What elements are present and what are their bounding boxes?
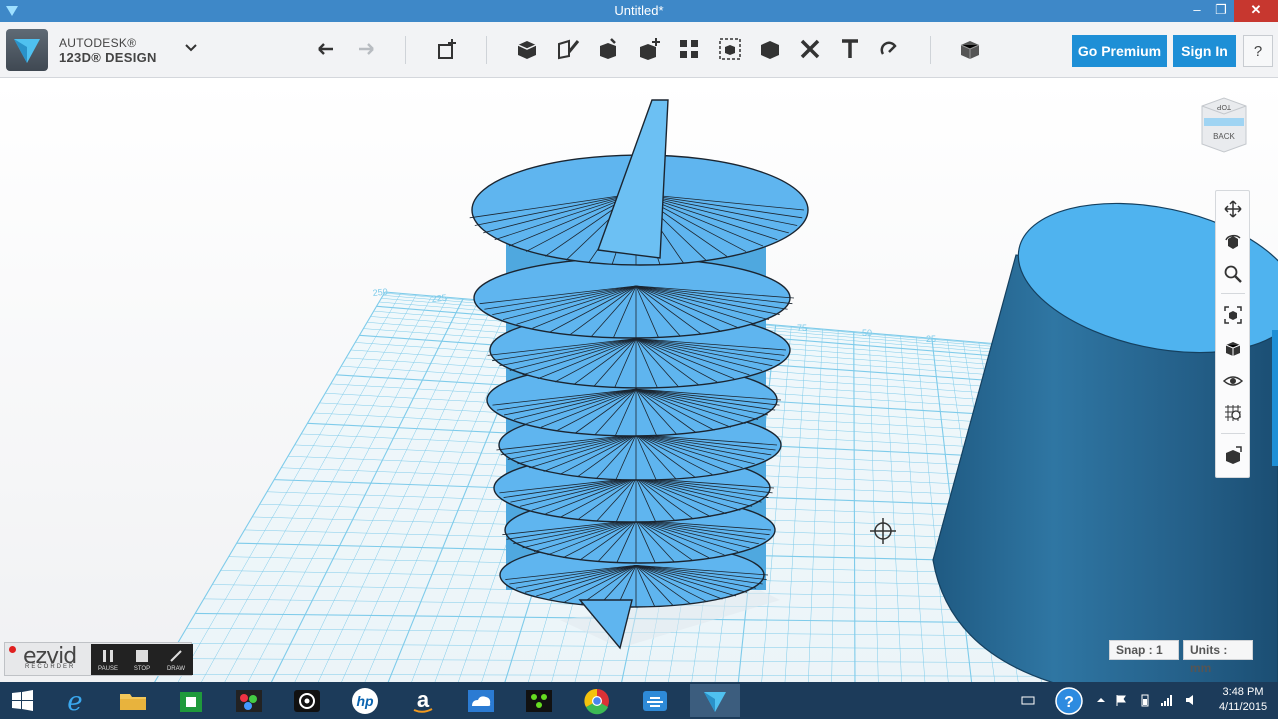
grid-label: 50: [862, 328, 872, 338]
file-explorer-icon[interactable]: [110, 684, 156, 717]
windows-start-icon[interactable]: [0, 684, 46, 717]
hp-icon[interactable]: hp: [342, 684, 388, 717]
pattern-icon[interactable]: [636, 36, 662, 62]
video-editor-icon[interactable]: [516, 684, 562, 717]
pause-icon: [103, 650, 113, 662]
measure-icon[interactable]: [757, 36, 783, 62]
onedrive-icon[interactable]: [458, 684, 504, 717]
go-premium-button[interactable]: Go Premium: [1072, 35, 1167, 67]
app-toolbar: AUTODESK® 123D® DESIGN Go Premium Sign I…: [0, 22, 1278, 78]
chrome-icon[interactable]: [574, 684, 620, 717]
material-icon[interactable]: [957, 36, 983, 62]
clock-date: 4/11/2015: [1218, 701, 1268, 713]
snap-selector[interactable]: Snap : 1: [1109, 640, 1179, 660]
keyboard-icon[interactable]: [1021, 693, 1035, 707]
viewcube-back-label[interactable]: BACK: [1213, 132, 1235, 141]
help-tray-icon[interactable]: ?: [1054, 686, 1084, 716]
combine-icon[interactable]: [717, 36, 743, 62]
scene-canvas[interactable]: 250 225 75 50 25: [0, 79, 1278, 682]
windows-taskbar: e hp a: [0, 682, 1278, 719]
grid-label: 25: [926, 334, 936, 344]
nav-separator: [1221, 293, 1245, 294]
wifi-signal-icon[interactable]: [1160, 693, 1174, 707]
side-panel-tab[interactable]: [1272, 330, 1278, 466]
minimize-button[interactable]: –: [1184, 0, 1210, 22]
grid-label: 225: [431, 292, 447, 304]
modify-icon[interactable]: [595, 36, 621, 62]
sign-in-button[interactable]: Sign In: [1173, 35, 1236, 67]
spiral-solid[interactable]: [469, 99, 809, 650]
media-app-icon[interactable]: [284, 684, 330, 717]
chevron-down-icon[interactable]: [184, 40, 198, 54]
grid-label: 75: [797, 323, 807, 333]
app-menu-button[interactable]: [6, 29, 48, 71]
3d-viewport[interactable]: 250 225 75 50 25 TOP BACK: [0, 79, 1278, 682]
amazon-icon[interactable]: a: [400, 684, 446, 717]
stop-button[interactable]: STOP: [125, 644, 159, 675]
network-app-icon[interactable]: [632, 684, 678, 717]
svg-text:hp: hp: [356, 693, 374, 709]
sketch-icon[interactable]: [514, 36, 540, 62]
redo-icon[interactable]: [353, 36, 379, 62]
material-view-icon[interactable]: [1223, 445, 1243, 465]
clock-time: 3:48 PM: [1222, 686, 1264, 698]
volume-icon[interactable]: [1184, 693, 1198, 707]
toolbar-separator: [405, 36, 406, 64]
ezvid-subtitle: RECORDER: [25, 664, 76, 670]
window-title: Untitled*: [614, 3, 664, 18]
toolbar-separator: [486, 36, 487, 64]
recording-indicator-icon: [9, 646, 16, 653]
system-clock[interactable]: 3:48 PM 4/11/2015: [1210, 685, 1276, 715]
pause-button[interactable]: PAUSE: [91, 644, 125, 675]
stop-icon: [136, 650, 148, 662]
autodesk-logo-icon: [14, 39, 40, 63]
maximize-button[interactable]: ❐: [1208, 0, 1234, 22]
view-mode-icon[interactable]: [1223, 338, 1243, 358]
pan-icon[interactable]: [1223, 199, 1243, 219]
internet-explorer-icon[interactable]: e: [52, 684, 98, 717]
store-icon[interactable]: [168, 684, 214, 717]
show-hidden-icons-icon[interactable]: [1094, 693, 1108, 707]
navigation-bar: [1215, 190, 1250, 478]
action-center-flag-icon[interactable]: [1114, 693, 1128, 707]
svg-text:?: ?: [1064, 694, 1074, 711]
ezvid-recorder-panel: ezvid RECORDER PAUSE STOP DRAW: [4, 642, 193, 676]
svg-text:a: a: [417, 687, 430, 712]
units-selector[interactable]: Units : mm: [1183, 640, 1253, 675]
paint-app-icon[interactable]: [226, 684, 272, 717]
toolbar-separator: [930, 36, 931, 64]
orbit-icon[interactable]: [1223, 231, 1243, 251]
grouping-icon[interactable]: [676, 36, 702, 62]
delete-icon[interactable]: [797, 36, 823, 62]
brand-line1: AUTODESK®: [59, 36, 137, 50]
view-cube[interactable]: TOP BACK: [1198, 94, 1250, 154]
svg-text:e: e: [67, 687, 82, 717]
viewcube-top-label[interactable]: TOP: [1217, 103, 1232, 110]
close-button[interactable]: ✕: [1234, 0, 1278, 22]
grid-label: 250: [372, 286, 388, 298]
fit-icon[interactable]: [1223, 305, 1243, 325]
brand-line2: 123D® DESIGN: [59, 50, 157, 65]
battery-icon[interactable]: [1138, 693, 1152, 707]
zoom-icon[interactable]: [1223, 264, 1243, 284]
draw-button[interactable]: DRAW: [159, 644, 193, 675]
pen-icon: [170, 650, 182, 662]
construct-icon[interactable]: [555, 36, 581, 62]
undo-icon[interactable]: [313, 36, 339, 62]
snap-icon[interactable]: [877, 36, 903, 62]
help-button[interactable]: ?: [1243, 35, 1273, 67]
text-icon[interactable]: [837, 36, 863, 62]
window-titlebar: Untitled* – ❐ ✕: [0, 0, 1278, 22]
grid-visibility-icon[interactable]: [1223, 403, 1243, 423]
primitives-icon[interactable]: [434, 36, 460, 62]
nav-separator: [1221, 433, 1245, 434]
visibility-eye-icon[interactable]: [1223, 371, 1243, 391]
123d-design-taskbar-icon[interactable]: [690, 684, 740, 717]
